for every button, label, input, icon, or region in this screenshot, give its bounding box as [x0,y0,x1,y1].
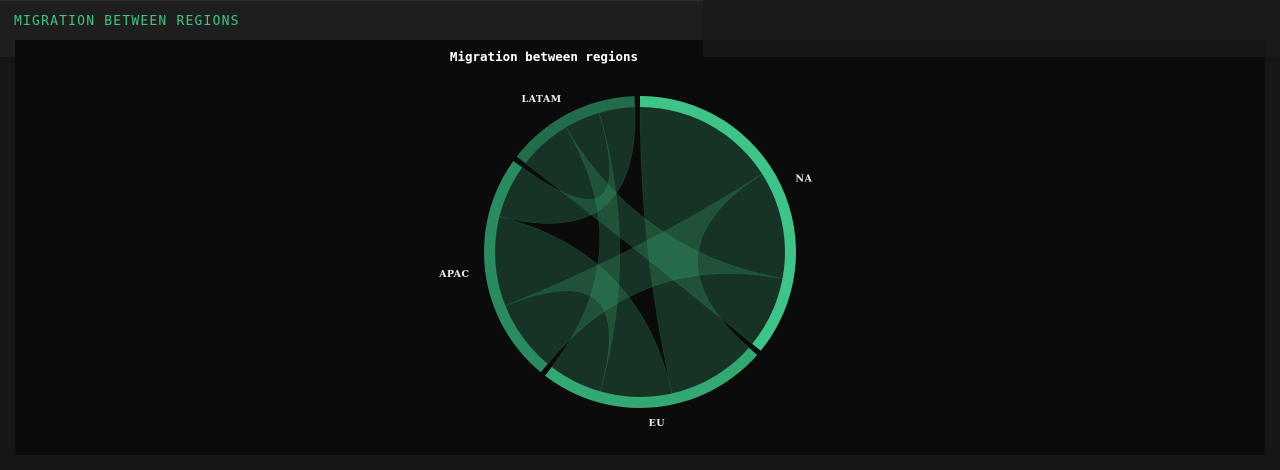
chart-title: Migration between regions [450,49,638,64]
ribbons-layer [494,106,786,398]
group-label-eu: EU [649,418,666,429]
group-label-na: NA [795,173,812,184]
migration-panel: MIGRATION BETWEEN REGIONS Migration betw… [0,0,1280,470]
chord-diagram: Migration between regions NA EU APAC LATAM [438,49,812,429]
group-label-apac: APAC [438,269,469,280]
group-label-latam: LATAM [522,94,562,105]
